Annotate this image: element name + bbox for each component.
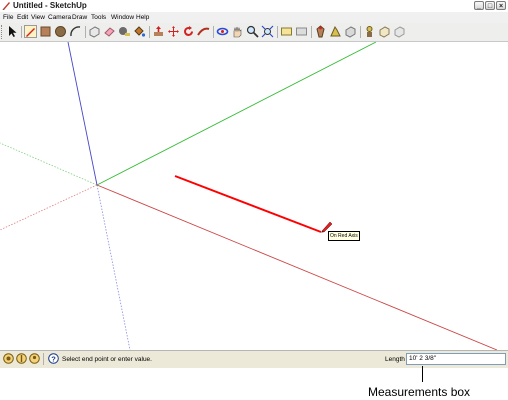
- geo-location-icon[interactable]: [3, 353, 14, 364]
- orbit-icon[interactable]: [216, 25, 229, 38]
- measurements-box[interactable]: 10' 2 3/8": [406, 353, 506, 365]
- scene-axes: [0, 42, 498, 350]
- select-icon[interactable]: [6, 25, 19, 38]
- pencil-line-icon[interactable]: [24, 25, 37, 38]
- callout-pointer: [422, 366, 423, 382]
- credits-icon[interactable]: [16, 353, 27, 364]
- window-title: Untitled - SketchUp: [13, 1, 87, 10]
- menu-draw[interactable]: Draw: [72, 14, 87, 22]
- rectangle-icon[interactable]: [39, 25, 52, 38]
- look-around-icon[interactable]: [378, 25, 391, 38]
- menu-help[interactable]: Help: [136, 14, 149, 22]
- help-icon[interactable]: ?: [48, 353, 59, 364]
- eraser-icon[interactable]: [103, 25, 116, 38]
- inference-tooltip: On Red Axis: [328, 231, 360, 241]
- toolbar-grip[interactable]: [1, 25, 4, 39]
- display-style-icon[interactable]: [344, 25, 357, 38]
- menu-window[interactable]: Window: [111, 14, 134, 22]
- toolbar-separator: [213, 26, 214, 38]
- red-axis-negative: [0, 184, 98, 231]
- zoom-extents-icon[interactable]: [261, 25, 274, 38]
- drawing-area[interactable]: [0, 42, 508, 350]
- close-button[interactable]: ×: [496, 1, 506, 10]
- status-hint: Select end point or enter value.: [62, 356, 152, 363]
- menu-tools[interactable]: Tools: [91, 14, 106, 22]
- circle-icon[interactable]: [54, 25, 67, 38]
- user-icon[interactable]: [29, 353, 40, 364]
- position-camera-icon[interactable]: [393, 25, 406, 38]
- svg-text:?: ?: [51, 354, 56, 363]
- toolbar-separator: [149, 26, 150, 38]
- zoom-icon[interactable]: [246, 25, 259, 38]
- measurements-box-callout: Measurements box: [368, 385, 471, 399]
- green-axis: [96, 42, 377, 186]
- title-bar: Untitled - SketchUp _ □ ×: [0, 0, 508, 12]
- green-axis-negative: [0, 142, 98, 186]
- toolbar-separator: [360, 26, 361, 38]
- toolbar-separator: [311, 26, 312, 38]
- make-component-icon[interactable]: [88, 25, 101, 38]
- menu-file[interactable]: File: [3, 14, 13, 22]
- follow-me-icon[interactable]: [197, 25, 210, 38]
- paint-bucket-icon[interactable]: [133, 25, 146, 38]
- walk-icon[interactable]: [363, 25, 376, 38]
- menu-view[interactable]: View: [31, 14, 45, 22]
- menu-camera[interactable]: Camera: [48, 14, 71, 22]
- push-pull-icon[interactable]: [152, 25, 165, 38]
- blue-axis: [67, 42, 98, 186]
- main-toolbar: [0, 23, 508, 42]
- rotate-icon[interactable]: [182, 25, 195, 38]
- status-separator: [43, 353, 44, 365]
- red-axis: [96, 184, 498, 350]
- drawn-line[interactable]: [174, 175, 322, 233]
- toolbar-separator: [277, 26, 278, 38]
- section-plane-icon[interactable]: [329, 25, 342, 38]
- menu-bar: File Edit View Camera Draw Tools Window …: [0, 12, 508, 23]
- status-bar: ? Select end point or enter value. Lengt…: [0, 350, 508, 368]
- maximize-button[interactable]: □: [485, 1, 495, 10]
- tape-measure-icon[interactable]: [118, 25, 131, 38]
- sketchup-app-icon[interactable]: [2, 1, 11, 10]
- measurements-label: Length: [385, 356, 405, 363]
- blue-axis-negative: [96, 184, 131, 350]
- pan-icon[interactable]: [231, 25, 244, 38]
- toolbar-separator: [85, 26, 86, 38]
- menu-edit[interactable]: Edit: [17, 14, 28, 22]
- arc-icon[interactable]: [69, 25, 82, 38]
- previous-view-icon[interactable]: [280, 25, 293, 38]
- next-view-icon[interactable]: [295, 25, 308, 38]
- toolbar-separator: [21, 26, 22, 38]
- move-icon[interactable]: [167, 25, 180, 38]
- standard-views-icon[interactable]: [314, 25, 327, 38]
- minimize-button[interactable]: _: [474, 1, 484, 10]
